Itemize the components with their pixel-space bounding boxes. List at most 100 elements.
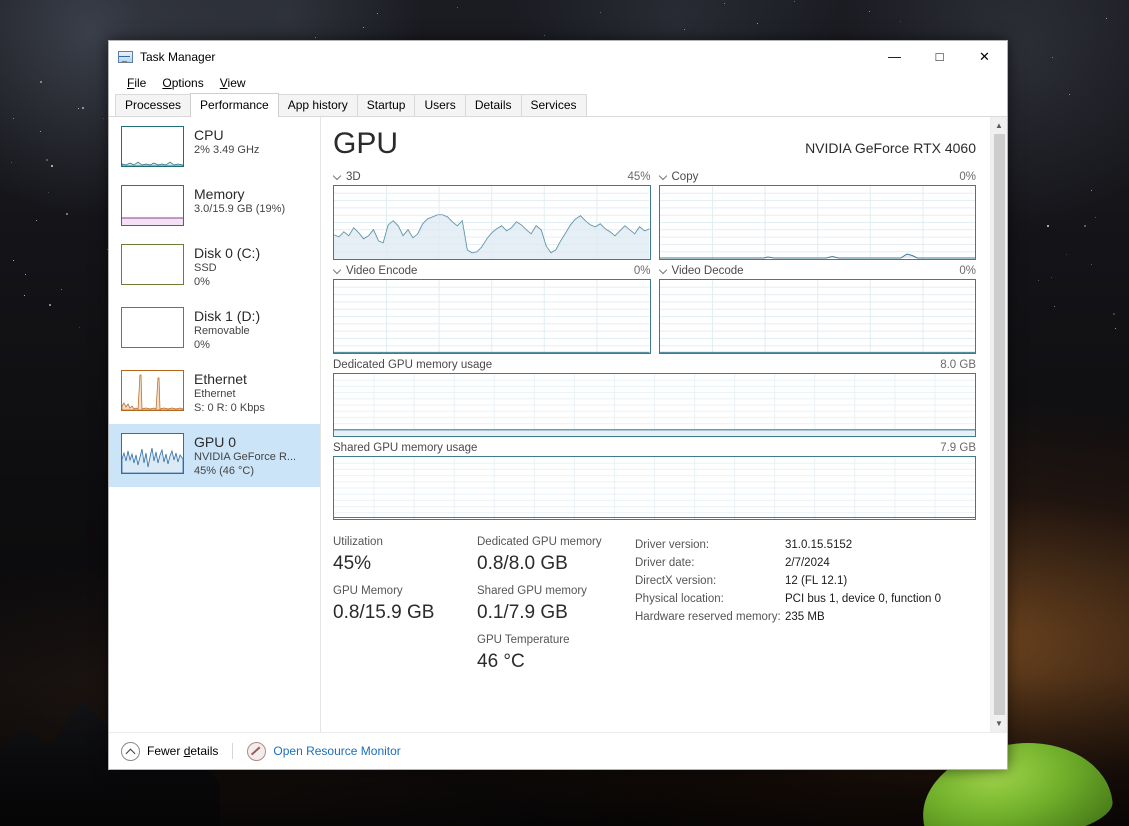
sidebar-item-memory[interactable]: Memory 3.0/15.9 GB (19%) [109,176,320,235]
menu-item-options-label: ptions [171,76,204,90]
scrollbar-thumb[interactable] [993,134,1005,715]
task-manager-icon [117,49,133,65]
memory-mini-graph [121,185,184,226]
chevron-down-icon[interactable] [333,172,342,181]
resource-sidebar[interactable]: CPU 2% 3.49 GHz Memory 3.0/15.9 GB (19%) [109,117,321,732]
star [543,35,545,37]
graph-cell-copy: Copy 0% [658,171,977,260]
graph-3d[interactable] [333,185,651,260]
star [50,165,53,168]
sidebar-item-gpu-0[interactable]: GPU 0 NVIDIA GeForce R... 45% (46 °C) [109,424,320,487]
tab-details[interactable]: Details [464,94,522,116]
close-button[interactable]: ✕ [962,41,1007,72]
directx-version-row: DirectX version: 12 (FL 12.1) [635,572,976,590]
scroll-up-icon[interactable]: ▲ [991,117,1007,134]
graph-value-3d: 45% [627,171,651,183]
sidebar-item-gpu-0-sub1: NVIDIA GeForce R... [194,451,297,463]
sidebar-item-gpu-0-sub2: 45% (46 °C) [194,465,255,477]
graph-cell-3d: 3D 45% [333,171,651,260]
star [1069,94,1071,96]
star [1066,253,1068,255]
open-resource-monitor-link[interactable]: Open Resource Monitor [247,741,401,761]
tab-processes[interactable]: Processes [115,94,192,116]
menu-item-file[interactable]: File [119,74,154,92]
sidebar-item-memory-title: Memory [194,186,245,202]
sidebar-item-ethernet-sub2: S: 0 R: 0 Kbps [194,402,265,414]
scroll-down-icon[interactable]: ▼ [991,715,1007,732]
stat-value-gpu-memory: 0.8/15.9 GB [333,602,435,623]
star [1115,327,1117,329]
fewer-details-button[interactable]: Fewer details [121,741,219,761]
stat-label-dedicated-gpu-memory: Dedicated GPU memory [477,536,602,548]
physical-location-row: Physical location: PCI bus 1, device 0, … [635,590,976,608]
star [1050,277,1052,279]
driver-date-value: 2/7/2024 [785,557,830,569]
menu-item-options[interactable]: Options [154,74,211,92]
graph-video-decode[interactable] [658,279,976,354]
graph-shared-gpu-memory[interactable] [333,456,976,520]
tab-startup[interactable]: Startup [356,94,416,116]
hardware-reserved-memory-value: 235 MB [785,611,825,623]
chevron-down-icon[interactable] [659,266,668,275]
star [684,29,686,31]
tab-app-history[interactable]: App history [277,94,358,116]
star [1112,313,1115,316]
ethernet-mini-graph [121,370,184,411]
graph-copy[interactable] [658,185,976,260]
sidebar-item-disk-1-title: Disk 1 (D:) [194,308,261,324]
driver-date-row: Driver date: 2/7/2024 [635,554,976,572]
graph-value-video-decode: 0% [959,265,976,277]
physical-location-key: Physical location: [635,593,724,605]
graph-value-copy: 0% [959,171,976,183]
sidebar-item-disk-1-sub2: 0% [194,339,210,351]
sidebar-item-disk-0[interactable]: Disk 0 (C:) SSD 0% [109,235,320,298]
minimize-button[interactable]: — [872,41,917,72]
star [1047,224,1050,227]
graph-label-copy: Copy 0% [659,171,977,185]
resource-monitor-icon [247,741,267,761]
star [103,117,105,119]
star [1051,56,1053,58]
graph-video-encode[interactable] [333,279,651,354]
vertical-scrollbar[interactable]: ▲ ▼ [990,117,1007,732]
menu-item-file-label: ile [134,76,147,90]
star [1083,225,1086,228]
dedicated-memory-label-row: Dedicated GPU memory usage 8.0 GB [333,359,976,373]
gpu-0-mini-graph [121,433,184,474]
stat-label-utilization: Utilization [333,536,383,548]
tab-services[interactable]: Services [520,94,587,116]
fewer-details-label: Fewer details [147,744,219,758]
graph-cell-video-decode: Video Decode 0% [658,265,976,354]
menu-bar: File Options View [109,72,1007,94]
graph-title-video-decode: Video Decode [671,265,744,277]
sidebar-item-cpu-title: CPU [194,127,224,143]
disk-1-mini-graph [121,307,184,348]
shared-memory-section: Shared GPU memory usage 7.9 GB [333,442,976,520]
star [35,219,37,221]
page-title: GPU [333,127,399,160]
star [23,294,25,296]
tab-performance[interactable]: Performance [190,93,279,117]
stat-value-gpu-temperature: 46 °C [477,651,525,672]
shared-memory-label: Shared GPU memory usage [333,442,478,454]
star [600,11,602,13]
chevron-down-icon[interactable] [659,172,668,181]
star [49,303,52,306]
stats-column-1: Utilization 45% GPU Memory 0.8/15.9 GB [333,534,477,681]
menu-item-view-label: iew [227,76,246,90]
chevron-down-icon[interactable] [333,266,342,275]
sidebar-item-disk-1[interactable]: Disk 1 (D:) Removable 0% [109,298,320,361]
star [40,81,42,84]
sidebar-item-cpu[interactable]: CPU 2% 3.49 GHz [109,117,320,176]
star [377,13,379,15]
sidebar-item-ethernet[interactable]: Ethernet Ethernet S: 0 R: 0 Kbps [109,361,320,424]
dedicated-memory-section: Dedicated GPU memory usage 8.0 GB [333,359,976,437]
menu-item-view[interactable]: View [212,74,254,92]
sidebar-item-ethernet-sub1: Ethernet [194,388,236,400]
star [363,27,365,29]
star [45,158,48,161]
tab-users[interactable]: Users [414,94,466,116]
window-title: Task Manager [140,49,216,64]
graph-dedicated-gpu-memory[interactable] [333,373,976,437]
maximize-button[interactable]: □ [917,41,962,72]
